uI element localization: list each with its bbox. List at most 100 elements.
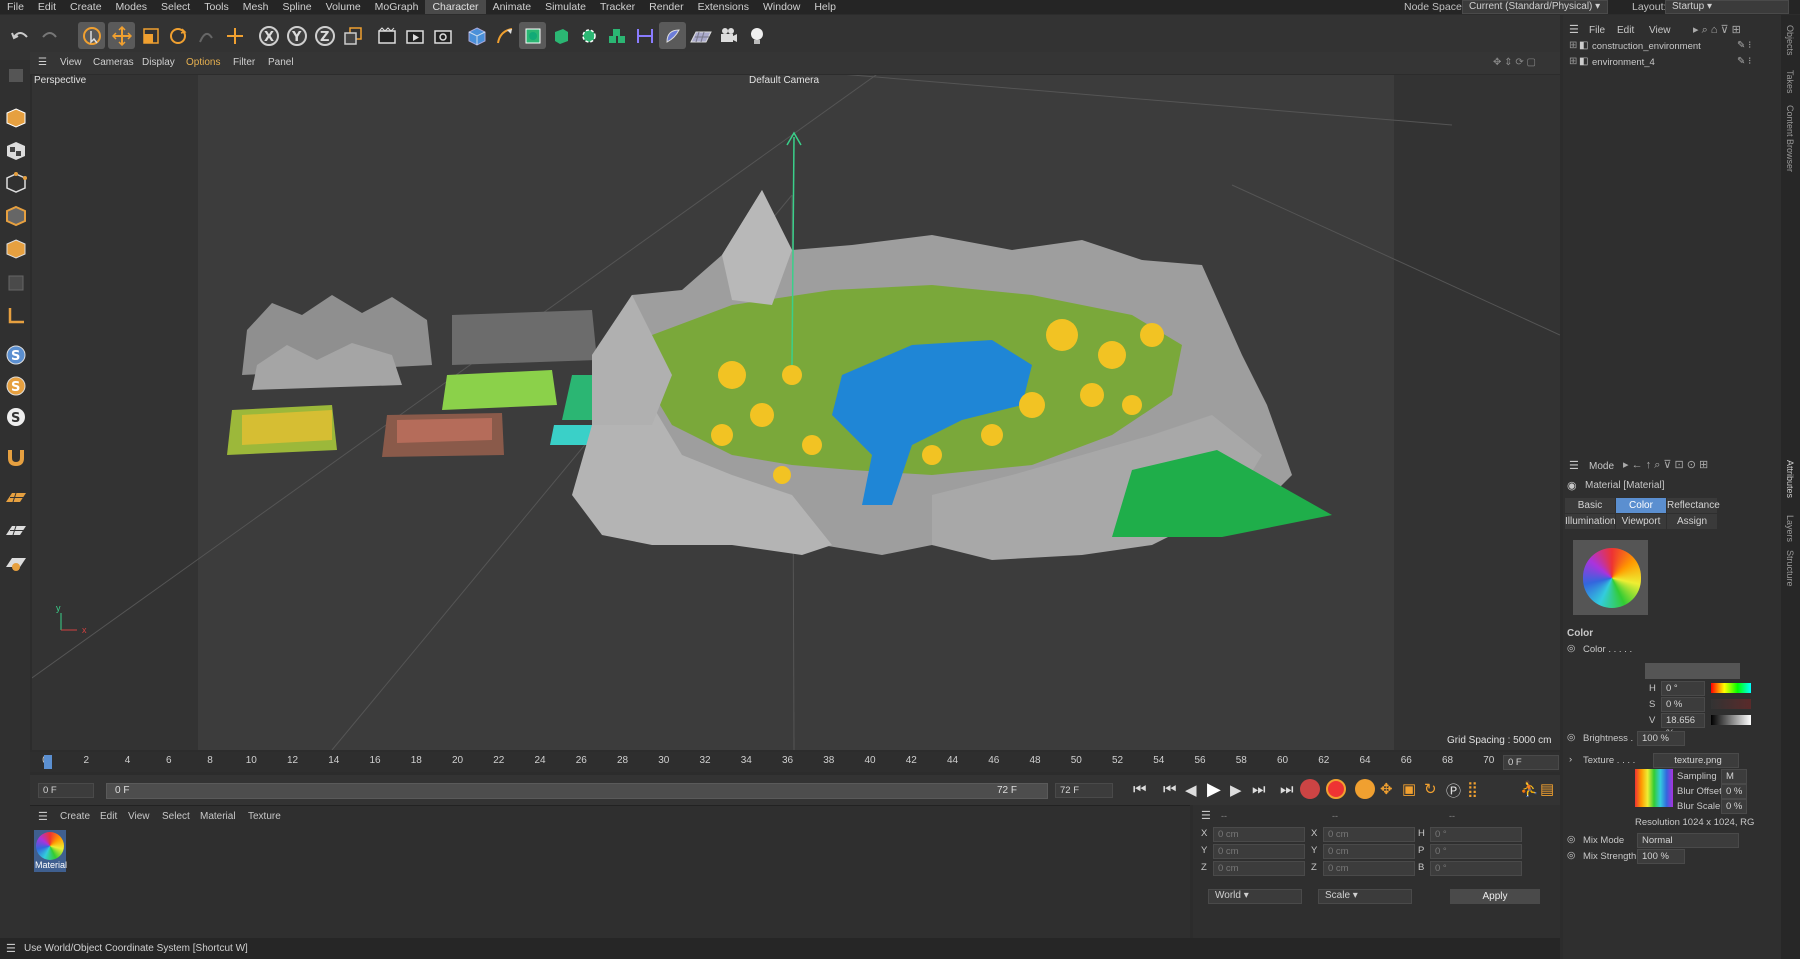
viewport[interactable]: Perspective Default Camera Grid Spacing …	[32, 75, 1560, 750]
attr-mode-menu[interactable]: Mode	[1589, 461, 1614, 472]
coord-value-field[interactable]: 0 °	[1430, 861, 1522, 876]
side-tab-content-browser[interactable]: Content Browser	[1785, 105, 1795, 172]
next-frame-icon[interactable]: ▶	[1230, 781, 1242, 799]
value-slider[interactable]	[1711, 715, 1751, 725]
side-tab-takes[interactable]: Takes	[1785, 70, 1795, 94]
menu-tools[interactable]: Tools	[197, 0, 236, 14]
world-axis-tool[interactable]	[221, 22, 248, 49]
viewport-menu-options[interactable]: Options	[186, 57, 220, 68]
key-parameter-icon[interactable]: Ⓟ	[1446, 780, 1461, 801]
light-icon[interactable]	[743, 22, 770, 49]
expand-icon[interactable]: ⊞	[1569, 56, 1577, 67]
tab-color[interactable]: Color	[1616, 498, 1666, 513]
subdivision-surface-icon[interactable]	[519, 22, 546, 49]
render-view-icon[interactable]	[401, 22, 428, 49]
menu-spline[interactable]: Spline	[275, 0, 318, 14]
material-menu-texture[interactable]: Texture	[248, 811, 281, 822]
object-menu-icon[interactable]: ☰	[1569, 23, 1579, 36]
color-picker-modes[interactable]	[1645, 663, 1740, 679]
expand-icon[interactable]: ⊞	[1569, 40, 1577, 51]
undo-button[interactable]	[6, 22, 33, 49]
next-key-icon[interactable]: ⏭	[1252, 781, 1266, 798]
mix-mode-dropdown[interactable]: Normal	[1637, 833, 1739, 848]
texture-mode-icon[interactable]	[3, 138, 28, 163]
make-editable-icon[interactable]	[3, 62, 28, 87]
polygons-mode-icon[interactable]	[3, 236, 28, 261]
blur-scale-field[interactable]: 0 %	[1721, 799, 1747, 814]
material-menu-select[interactable]: Select	[162, 811, 190, 822]
material-menu-view[interactable]: View	[128, 811, 150, 822]
tab-assign[interactable]: Assign	[1667, 514, 1717, 529]
coord-value-field[interactable]: 0 cm	[1323, 827, 1415, 842]
record-active-objects-icon[interactable]	[1300, 779, 1320, 799]
snap-icon[interactable]: S	[3, 342, 28, 367]
coord-value-field[interactable]: 0 cm	[1213, 861, 1305, 876]
tab-reflectance[interactable]: Reflectance	[1667, 498, 1720, 513]
previous-frame-icon[interactable]: ◀	[1185, 781, 1197, 799]
attr-menu-icon[interactable]: ☰	[1569, 459, 1579, 472]
rotate-tool[interactable]	[164, 22, 191, 49]
blur-offset-field[interactable]: 0 %	[1721, 784, 1747, 799]
object-row[interactable]: ⊞ ◧ construction_environment ✎ ⁝	[1567, 39, 1777, 54]
planar-workplane-icon[interactable]	[3, 550, 28, 575]
viewport-menu-cameras[interactable]: Cameras	[93, 57, 134, 68]
viewport-menu-panel[interactable]: Panel	[268, 57, 294, 68]
status-menu-icon[interactable]: ☰	[6, 942, 16, 955]
brightness-toggle-icon[interactable]: ◎	[1567, 732, 1575, 743]
camera-name[interactable]: Default Camera	[749, 75, 819, 86]
key-rotation-icon[interactable]: ↻	[1424, 780, 1437, 798]
material-menu-create[interactable]: Create	[60, 811, 90, 822]
menu-simulate[interactable]: Simulate	[538, 0, 593, 14]
viewport-menu-filter[interactable]: Filter	[233, 57, 255, 68]
viewport-nav-icons[interactable]: ✥ ⇕ ⟳ ▢	[1493, 57, 1536, 68]
color-toggle-icon[interactable]: ◎	[1567, 643, 1575, 654]
pen-spline-icon[interactable]	[491, 22, 518, 49]
snap-settings-icon[interactable]: S	[3, 373, 28, 398]
object-row[interactable]: ⊞ ◧ environment_4 ✎ ⁝	[1567, 55, 1777, 70]
key-scale-icon[interactable]: ▣	[1402, 780, 1416, 798]
redo-button[interactable]	[36, 22, 63, 49]
visibility-icon[interactable]: ✎ ⁝	[1737, 56, 1751, 67]
frame-range-slider[interactable]: 0 F 72 F	[106, 783, 1048, 799]
side-tab-objects[interactable]: Objects	[1785, 25, 1795, 56]
deformer-icon[interactable]	[659, 22, 686, 49]
x-axis-lock-button[interactable]: X	[255, 22, 282, 49]
coord-menu-icon[interactable]: ☰	[1201, 809, 1211, 822]
coordinate-system-button[interactable]	[339, 22, 366, 49]
tab-viewport[interactable]: Viewport	[1616, 514, 1666, 529]
h-field[interactable]: 0 °	[1661, 681, 1705, 696]
key-position-icon[interactable]: ✥	[1380, 780, 1393, 798]
v-field[interactable]: 18.656 %	[1661, 713, 1705, 739]
brightness-field[interactable]: 100 %	[1637, 731, 1685, 746]
material-menu-icon[interactable]: ☰	[38, 810, 48, 823]
menu-character[interactable]: Character	[425, 0, 486, 14]
material-menu-edit[interactable]: Edit	[100, 811, 117, 822]
render-settings-icon[interactable]	[429, 22, 456, 49]
workplane-icon[interactable]	[3, 485, 28, 510]
saturation-slider[interactable]	[1711, 699, 1751, 709]
object-menu-edit[interactable]: Edit	[1617, 25, 1634, 36]
coord-world-dropdown[interactable]: World ▾	[1208, 889, 1302, 904]
viewport-menu-icon[interactable]: ☰	[38, 57, 47, 68]
menu-tracker[interactable]: Tracker	[593, 0, 642, 14]
go-to-end-icon[interactable]: ⏭	[1280, 781, 1294, 798]
texture-expand-icon[interactable]: ›	[1569, 754, 1572, 765]
tab-illumination[interactable]: Illumination	[1565, 514, 1616, 529]
menu-mesh[interactable]: Mesh	[236, 0, 276, 14]
render-region-icon[interactable]	[373, 22, 400, 49]
mix-strength-toggle-icon[interactable]: ◎	[1567, 850, 1575, 861]
menu-window[interactable]: Window	[756, 0, 807, 14]
sampling-field[interactable]: M	[1721, 769, 1747, 784]
move-tool[interactable]	[108, 22, 135, 49]
motion-system-icon[interactable]: ⛹	[1520, 780, 1539, 798]
menu-volume[interactable]: Volume	[319, 0, 368, 14]
menu-help[interactable]: Help	[807, 0, 843, 14]
viewport-menu-display[interactable]: Display	[142, 57, 175, 68]
autokey-icon[interactable]	[1326, 779, 1346, 799]
menu-render[interactable]: Render	[642, 0, 690, 14]
z-axis-lock-button[interactable]: Z	[311, 22, 338, 49]
texture-field[interactable]: texture.png	[1653, 753, 1739, 768]
axis-mode-icon[interactable]	[3, 303, 28, 328]
coord-scale-dropdown[interactable]: Scale ▾	[1318, 889, 1412, 904]
key-pla-icon[interactable]: ⣿	[1467, 780, 1478, 798]
